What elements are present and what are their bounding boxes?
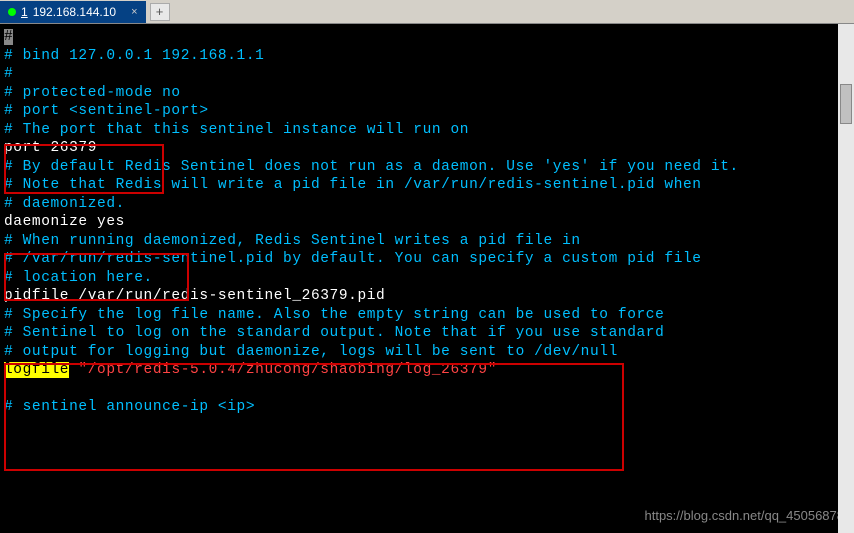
config-line: # bind 127.0.0.1 192.168.1.1 xyxy=(4,47,850,66)
logfile-label: logfile xyxy=(4,362,69,378)
tab-active[interactable]: 1 192.168.144.10 × xyxy=(0,1,146,23)
config-line: # Note that Redis will write a pid file … xyxy=(4,176,850,195)
config-logfile: logfile "/opt/redis-5.0.4/zhucong/shaobi… xyxy=(4,361,850,380)
config-line: # /var/run/redis-sentinel.pid by default… xyxy=(4,250,850,269)
status-dot-icon xyxy=(8,8,16,16)
plus-icon: + xyxy=(156,4,164,19)
config-line: # port <sentinel-port> xyxy=(4,102,850,121)
tab-title: 192.168.144.10 xyxy=(33,5,116,19)
config-line: # daemonized. xyxy=(4,195,850,214)
watermark-blog: https://blog.csdn.net/qq_45056878 xyxy=(645,507,845,526)
config-port: port 26379 xyxy=(4,139,850,158)
config-line: # When running daemonized, Redis Sentine… xyxy=(4,232,850,251)
tab-bar: 1 192.168.144.10 × + xyxy=(0,0,854,24)
tab-number: 1 xyxy=(21,5,28,19)
scrollbar-thumb[interactable] xyxy=(840,84,852,124)
close-icon[interactable]: × xyxy=(131,6,137,18)
config-line: # protected-mode no xyxy=(4,84,850,103)
config-line: # Sentinel to log on the standard output… xyxy=(4,324,850,343)
config-line: # sentinel announce-ip <ip> xyxy=(4,398,850,417)
config-line: # The port that this sentinel instance w… xyxy=(4,121,850,140)
config-line: # location here. xyxy=(4,269,850,288)
logfile-value: "/opt/redis-5.0.4/zhucong/shaobing/log_2… xyxy=(69,362,497,378)
config-line: # output for logging but daemonize, logs… xyxy=(4,343,850,362)
cursor: # xyxy=(4,29,13,45)
terminal-viewport[interactable]: # # bind 127.0.0.1 192.168.1.1 # # prote… xyxy=(0,24,854,533)
vertical-scrollbar[interactable] xyxy=(838,24,854,533)
config-pidfile: pidfile /var/run/redis-sentinel_26379.pi… xyxy=(4,287,850,306)
add-tab-button[interactable]: + xyxy=(150,3,170,21)
config-daemonize: daemonize yes xyxy=(4,213,850,232)
config-line xyxy=(4,380,850,399)
config-line: # Specify the log file name. Also the em… xyxy=(4,306,850,325)
config-line: # By default Redis Sentinel does not run… xyxy=(4,158,850,177)
config-line: # xyxy=(4,65,850,84)
